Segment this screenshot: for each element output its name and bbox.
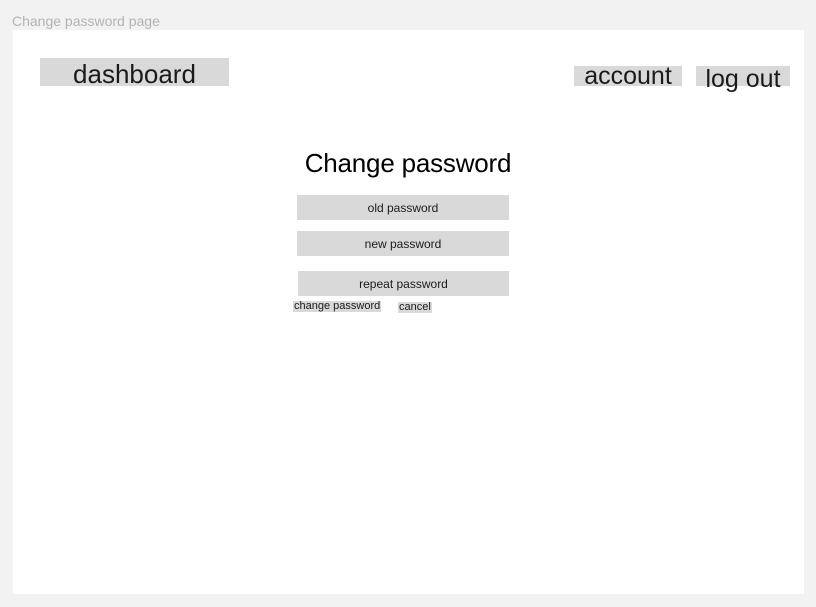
account-button[interactable]: account: [574, 62, 682, 90]
account-button-label: account: [584, 62, 672, 90]
change-password-button[interactable]: change password: [293, 301, 382, 312]
new-password-field[interactable]: [297, 231, 509, 256]
page-title: Change password: [304, 148, 512, 178]
logout-button-label: log out: [705, 65, 781, 93]
frame-label: Change password page: [12, 13, 160, 29]
repeat-password-field[interactable]: [298, 271, 509, 296]
change-password-page: dashboard account log out Change passwor…: [13, 30, 804, 594]
old-password-field[interactable]: [297, 195, 509, 220]
logout-button[interactable]: log out: [696, 66, 790, 92]
dashboard-button-label: dashboard: [73, 58, 196, 89]
dashboard-button[interactable]: dashboard: [40, 58, 229, 89]
cancel-button[interactable]: cancel: [398, 302, 432, 313]
